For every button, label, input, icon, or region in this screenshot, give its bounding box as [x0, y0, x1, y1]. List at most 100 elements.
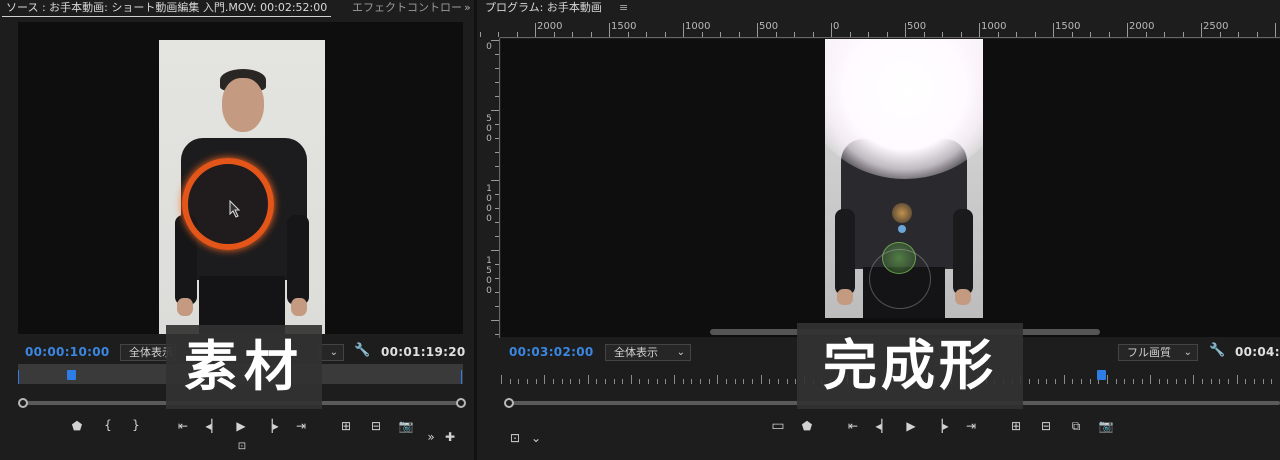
- program-viewer[interactable]: [501, 39, 1280, 337]
- ruler-tick: [553, 32, 555, 37]
- ruler-tick: [614, 379, 615, 384]
- go-to-in-button[interactable]: ⇤: [843, 419, 863, 433]
- ruler-tick: [1145, 32, 1147, 37]
- ruler-tick: [510, 379, 511, 384]
- ruler-tick: [1193, 375, 1194, 384]
- cursor-icon: [229, 200, 241, 218]
- ruler-tick: [1124, 379, 1125, 384]
- ruler-tick: [812, 32, 814, 37]
- ruler-tick: [1202, 379, 1203, 384]
- ruler-tick: [1071, 32, 1073, 37]
- program-zoom-value: 全体表示: [614, 346, 658, 359]
- ruler-tick: [535, 23, 536, 37]
- add-marker-button[interactable]: ⬟: [797, 419, 817, 433]
- ruler-tick: [1090, 32, 1091, 37]
- ruler-label: 1000: [486, 184, 492, 224]
- ruler-tick: [596, 379, 597, 384]
- extract-button[interactable]: ⊟: [1036, 419, 1056, 433]
- step-back-button[interactable]: ◂▏: [873, 419, 893, 433]
- ruler-tick: [1219, 379, 1220, 384]
- ruler-label: 2000: [537, 21, 563, 32]
- wrench-icon[interactable]: 🔧: [1209, 343, 1225, 358]
- program-zoom-handle-left[interactable]: [504, 398, 514, 408]
- source-viewer[interactable]: [18, 22, 463, 334]
- ruler-tick: [1176, 379, 1177, 384]
- go-to-out-button[interactable]: ⇥: [961, 419, 981, 433]
- source-current-timecode[interactable]: 00:00:10:00: [25, 345, 110, 359]
- export-frame-button[interactable]: 📷: [1096, 419, 1116, 433]
- tab-source[interactable]: ソース : お手本動画: ショート動画編集 入門.MOV: 00:02:52:0…: [2, 0, 332, 17]
- ruler-tick: [1046, 379, 1047, 384]
- ruler-tick: [997, 32, 999, 37]
- panel-overflow-icon[interactable]: »: [464, 0, 471, 16]
- program-quality-dropdown[interactable]: フル画質 ⌄: [1118, 344, 1198, 361]
- insert-button[interactable]: ⊞: [336, 419, 356, 433]
- program-current-timecode[interactable]: 00:03:02:00: [509, 345, 594, 359]
- ruler-tick: [498, 32, 499, 37]
- ruler-label: 1500: [486, 256, 492, 296]
- ruler-tick: [1107, 375, 1108, 384]
- ruler-tick: [769, 379, 770, 384]
- program-duration-timecode: 00:04:1: [1235, 345, 1280, 359]
- comparison-view-button[interactable]: ⧉: [1066, 419, 1086, 434]
- source-video-frame: [159, 40, 325, 334]
- ruler-tick: [942, 32, 943, 37]
- play-button[interactable]: ▶: [901, 419, 921, 433]
- ruler-tick: [1038, 379, 1039, 384]
- button-editor-add-button[interactable]: ✚: [440, 430, 460, 444]
- wrench-icon[interactable]: 🔧: [354, 343, 370, 358]
- go-to-out-button[interactable]: ⇥: [291, 419, 311, 433]
- ruler-tick: [794, 32, 795, 37]
- lift-button[interactable]: ⊞: [1006, 419, 1026, 433]
- tab-effect-controls[interactable]: エフェクトコントロー: [348, 0, 466, 16]
- go-to-in-button[interactable]: ⇤: [173, 419, 193, 433]
- ruler-tick: [1081, 379, 1082, 384]
- ruler-tick: [761, 375, 762, 384]
- play-button[interactable]: ▶: [231, 419, 251, 433]
- ruler-tick: [720, 32, 721, 37]
- program-zoom-dropdown[interactable]: 全体表示 ⌄: [605, 344, 691, 361]
- step-forward-button[interactable]: ▕▸: [931, 419, 951, 433]
- ruler-tick: [743, 379, 744, 384]
- step-forward-button[interactable]: ▕▸: [261, 419, 281, 433]
- step-back-button[interactable]: ◂▏: [203, 419, 223, 433]
- ruler-tick: [495, 208, 499, 209]
- export-frame-button[interactable]: 📷: [396, 419, 416, 433]
- ruler-label: 500: [907, 21, 927, 32]
- ruler-tick: [979, 23, 980, 37]
- add-marker-button[interactable]: ⬟: [67, 419, 87, 433]
- source-zoom-handle-left[interactable]: [18, 398, 28, 408]
- panel-menu-icon[interactable]: ≡: [619, 0, 628, 16]
- ruler-tick: [1159, 379, 1160, 384]
- settings-chevron-icon[interactable]: ⌄: [526, 431, 546, 445]
- source-monitor-panel: ソース : お手本動画: ショート動画編集 入門.MOV: 00:02:52:0…: [0, 0, 475, 460]
- ruler-tick: [1254, 379, 1255, 384]
- ruler-label: 1500: [1055, 21, 1081, 32]
- tab-program[interactable]: プログラム: お手本動画: [481, 0, 606, 16]
- chevron-down-icon: ⌄: [1183, 347, 1192, 358]
- source-playhead[interactable]: [67, 370, 76, 380]
- program-playhead[interactable]: [1097, 370, 1106, 380]
- ruler-tick: [609, 23, 610, 37]
- ruler-tick: [1108, 32, 1110, 37]
- source-zoom-handle-right[interactable]: [456, 398, 466, 408]
- more-controls-button[interactable]: »: [421, 430, 441, 444]
- settings-button[interactable]: ⊡: [232, 441, 252, 452]
- ruler-tick: [1263, 379, 1264, 384]
- mark-in-button[interactable]: {: [98, 418, 118, 432]
- ruler-tick: [1034, 32, 1036, 37]
- ruler-tick: [1150, 375, 1151, 384]
- overwrite-button[interactable]: ⊟: [366, 419, 386, 433]
- caption-source-label: 素材: [166, 325, 322, 409]
- ruler-label: 500: [486, 114, 492, 144]
- safe-margins-button[interactable]: ▭: [768, 418, 788, 434]
- ruler-tick: [479, 32, 481, 37]
- settings-button[interactable]: ⊡: [505, 431, 525, 445]
- ruler-label: 1000: [685, 21, 711, 32]
- ruler-tick: [674, 375, 675, 384]
- ruler-tick: [1164, 32, 1165, 37]
- ruler-tick: [1245, 379, 1246, 384]
- mark-out-button[interactable]: }: [126, 418, 146, 432]
- ruler-tick: [501, 375, 502, 384]
- ruler-tick: [1182, 32, 1184, 37]
